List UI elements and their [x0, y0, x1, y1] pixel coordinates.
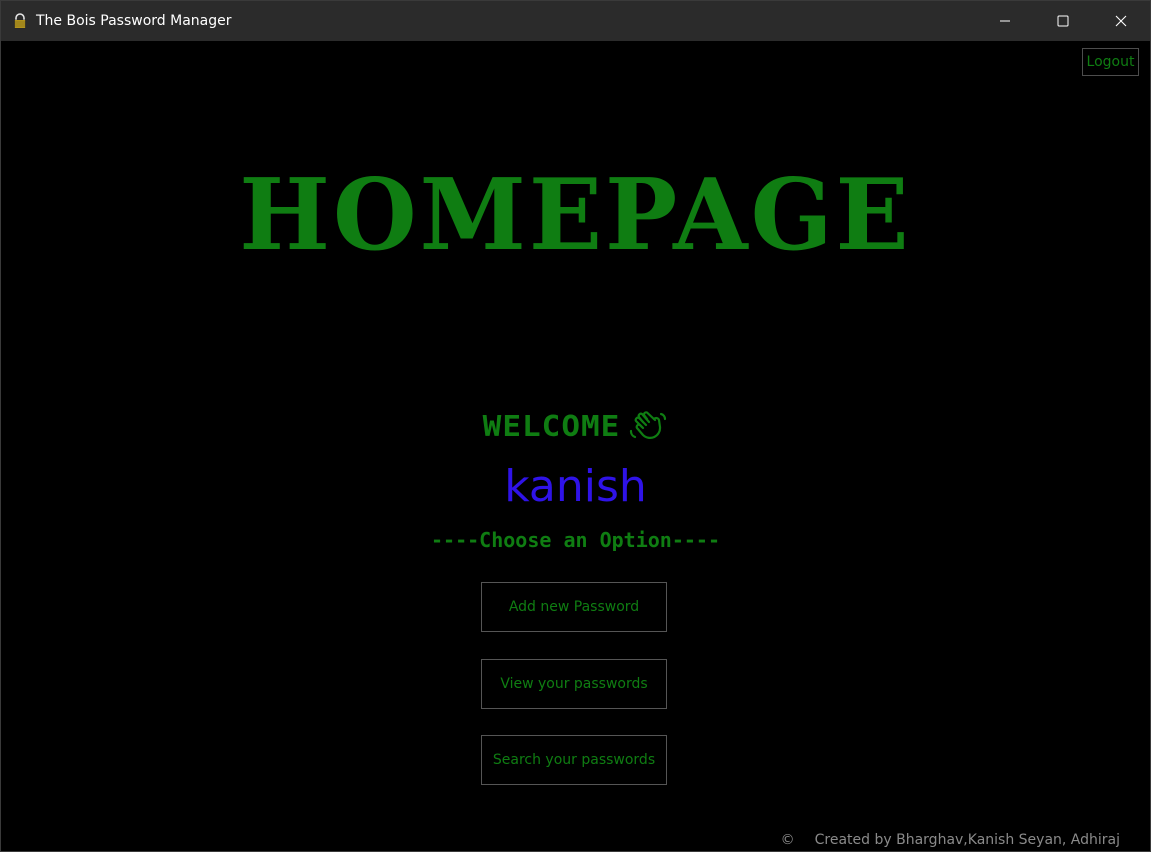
close-icon: [1115, 15, 1127, 27]
close-button[interactable]: [1092, 1, 1150, 41]
search-passwords-button[interactable]: Search your passwords: [481, 735, 667, 785]
minimize-icon: [1000, 20, 1010, 22]
window-controls: [976, 1, 1150, 41]
add-password-button[interactable]: Add new Password: [481, 582, 667, 632]
app-window: The Bois Password Manager Logout HOMEPAG…: [0, 0, 1151, 852]
footer: © Created by Bharghav,Kanish Seyan, Adhi…: [781, 829, 1120, 851]
credits-text: Created by Bharghav,Kanish Seyan, Adhira…: [814, 832, 1120, 848]
copyright-symbol: ©: [780, 832, 795, 848]
title-bar[interactable]: The Bois Password Manager: [1, 1, 1150, 41]
waving-hand-icon: [628, 411, 668, 443]
logout-button[interactable]: Logout: [1082, 48, 1139, 76]
minimize-button[interactable]: [976, 1, 1034, 41]
lock-icon: [12, 13, 28, 29]
welcome-row: WELCOME: [1, 409, 1150, 445]
window-title: The Bois Password Manager: [36, 12, 232, 29]
choose-option-label: ----Choose an Option----: [431, 528, 720, 552]
welcome-label: WELCOME: [482, 410, 621, 444]
view-passwords-button[interactable]: View your passwords: [481, 659, 667, 709]
maximize-button[interactable]: [1034, 1, 1092, 41]
page-title: HOMEPAGE: [239, 158, 912, 273]
username-display: kanish: [504, 461, 647, 512]
maximize-icon: [1057, 15, 1069, 27]
